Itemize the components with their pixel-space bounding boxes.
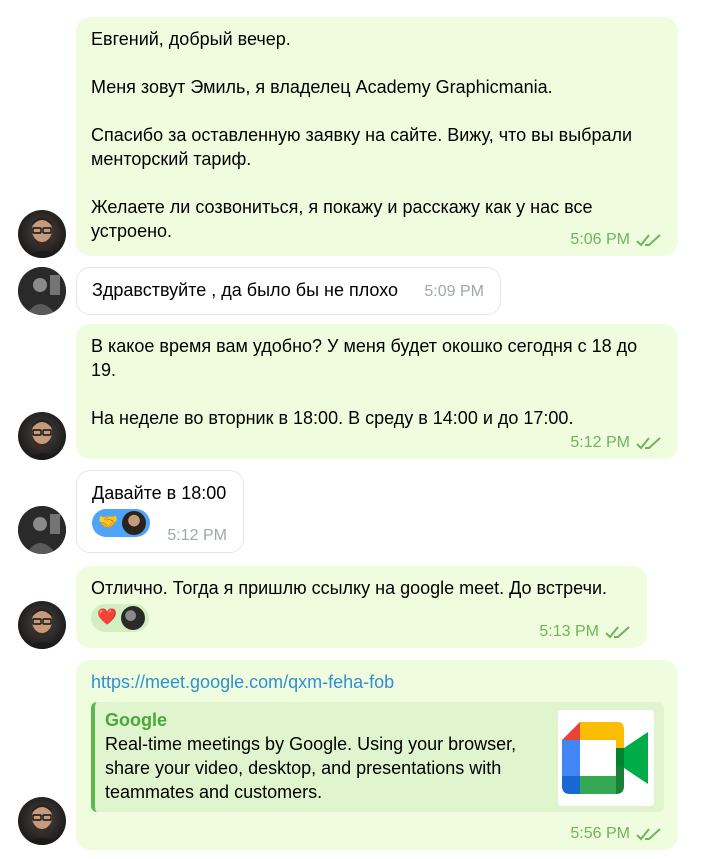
message-text: Отлично. Тогда я пришлю ссылку на google… — [91, 578, 608, 598]
message-meta: 5:13 PM — [539, 620, 631, 644]
handshake-icon: 🤝 — [98, 514, 118, 531]
avatar-sender[interactable] — [18, 210, 66, 258]
message-link[interactable]: https://meet.google.com/qxm-feha-fob — [91, 670, 664, 694]
double-check-icon — [605, 626, 630, 639]
avatar-client[interactable] — [18, 267, 66, 315]
reaction-avatar — [121, 511, 146, 535]
google-meet-icon — [562, 722, 648, 794]
message-bubble-outgoing[interactable]: В какое время вам удобно? У меня будет о… — [76, 324, 678, 459]
message-bubble-outgoing[interactable]: Отлично. Тогда я пришлю ссылку на google… — [76, 566, 647, 648]
google-meet-logo — [558, 710, 654, 806]
reaction-badge[interactable]: 🤝 — [92, 509, 150, 537]
message-time: 5:06 PM — [570, 231, 630, 248]
message-time: 5:12 PM — [570, 434, 630, 451]
message-meta: 5:09 PM — [424, 280, 484, 304]
message-bubble-incoming[interactable]: Здравствуйте , да было бы не плохо 5:09 … — [76, 267, 501, 315]
message-time: 5:56 PM — [570, 825, 630, 842]
message-time: 5:12 PM — [167, 527, 227, 544]
avatar-client[interactable] — [18, 506, 66, 554]
message-bubble-outgoing[interactable]: https://meet.google.com/qxm-feha-fob Goo… — [76, 660, 678, 850]
avatar-sender[interactable] — [18, 601, 66, 649]
message-text: Давайте в 18:00 — [92, 483, 227, 503]
double-check-icon — [636, 828, 661, 841]
link-preview-description: Real-time meetings by Google. Using your… — [105, 734, 517, 802]
double-check-icon — [636, 437, 661, 450]
chat-history: Евгений, добрый вечер. Меня зовут Эмиль,… — [0, 0, 711, 859]
message-meta: 5:12 PM — [570, 431, 662, 455]
message-bubble-incoming[interactable]: Давайте в 18:00 🤝 5:12 PM — [76, 470, 244, 553]
avatar-person-icon — [24, 419, 60, 460]
message-text: В какое время вам удобно? У меня будет о… — [91, 336, 638, 428]
avatar-person-icon — [24, 217, 60, 258]
heart-icon: ❤️ — [97, 609, 117, 626]
double-check-icon — [636, 234, 661, 247]
message-time: 5:13 PM — [539, 623, 599, 640]
message-meta: 5:12 PM — [167, 524, 227, 548]
avatar-sender[interactable] — [18, 412, 66, 460]
avatar-person-icon — [24, 608, 60, 649]
reaction-avatar — [120, 606, 145, 630]
message-bubble-outgoing[interactable]: Евгений, добрый вечер. Меня зовут Эмиль,… — [76, 17, 678, 256]
message-text: Евгений, добрый вечер. Меня зовут Эмиль,… — [91, 29, 633, 241]
message-time: 5:09 PM — [424, 283, 484, 300]
avatar-photo-icon — [18, 506, 66, 554]
avatar-sender[interactable] — [18, 797, 66, 845]
avatar-photo-icon — [18, 267, 66, 315]
link-preview[interactable]: Google Real-time meetings by Google. Usi… — [91, 702, 664, 812]
link-preview-site: Google — [105, 710, 167, 730]
reaction-badge[interactable]: ❤️ — [91, 604, 149, 632]
message-meta: 5:06 PM — [570, 228, 662, 252]
avatar-person-icon — [24, 804, 60, 845]
message-meta: 5:56 PM — [570, 822, 662, 846]
